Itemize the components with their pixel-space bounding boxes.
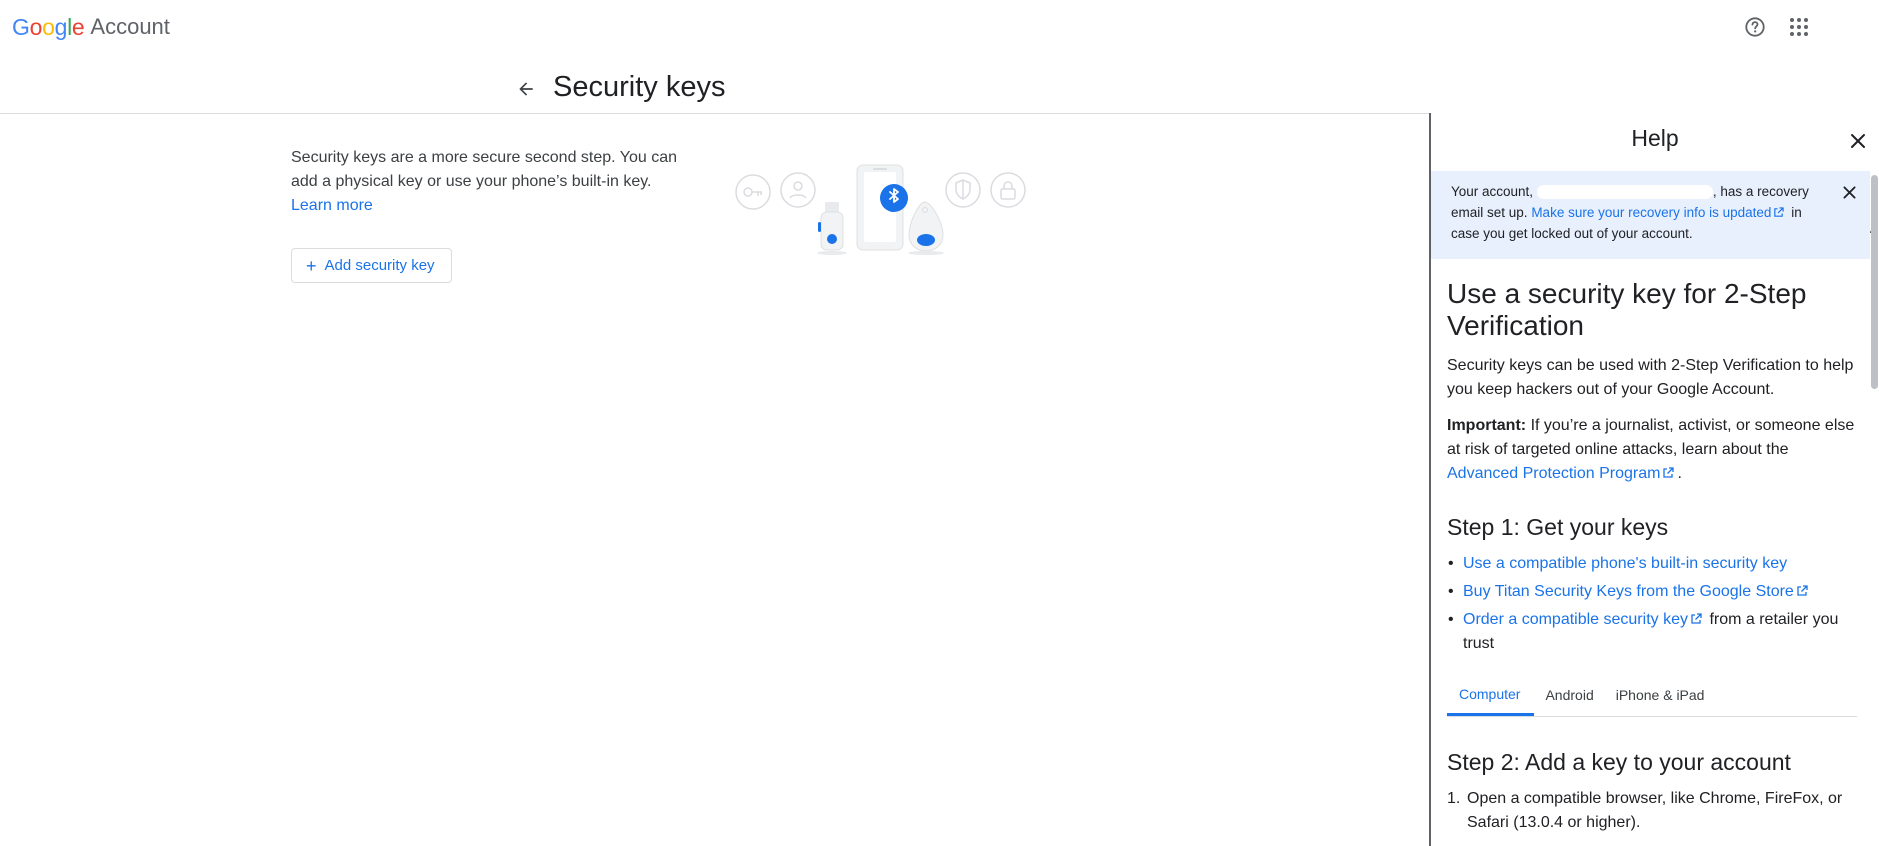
tab-computer[interactable]: Computer [1447,674,1535,716]
tab-iphone-ipad[interactable]: iPhone & iPad [1605,674,1716,716]
account-wordmark: Account [90,14,170,39]
add-security-key-label: Add security key [324,257,435,274]
step-number: 1. [1447,790,1461,807]
device-tabs: Computer Android iPhone & iPad [1447,674,1857,717]
usb-key-icon [817,202,847,255]
shield-icon [945,172,981,208]
redacted-email [1536,185,1713,200]
advanced-protection-link[interactable]: Advanced Protection Program [1447,465,1677,482]
list-item: Buy Titan Security Keys from the Google … [1447,580,1857,604]
person-icon [780,172,816,208]
back-button[interactable] [509,72,543,106]
help-article: Use a security key for 2-Step Verificati… [1447,278,1857,835]
google-wordmark: Google [12,13,85,40]
external-link-icon [1691,613,1702,624]
external-link-icon [1663,467,1675,478]
close-help-button[interactable] [1845,128,1871,154]
order-key-link[interactable]: Order a compatible security key [1463,611,1705,628]
google-account-logo[interactable]: Google Account [12,12,170,42]
important-label: Important: [1447,417,1527,434]
recovery-email-banner: Your account, , has a recovery email set… [1431,171,1870,259]
tab-android[interactable]: Android [1534,674,1604,716]
important-end: . [1677,465,1682,482]
article-intro: Security keys can be used with 2-Step Ve… [1447,357,1854,398]
apps-grid-icon[interactable] [1784,12,1814,42]
dismiss-banner-button[interactable] [1838,181,1860,203]
important-note: Important: If you’re a journalist, activ… [1447,414,1857,486]
help-panel: Help Your account, , has a recovery emai… [1429,113,1879,846]
arrow-back-icon [519,82,533,96]
plus-icon: + [306,255,317,276]
help-icon[interactable] [1740,12,1770,42]
list-item: 1. Open a compatible browser, like Chrom… [1447,787,1857,835]
security-keys-illustration [735,164,1026,255]
builtin-key-link[interactable]: Use a compatible phone's built-in securi… [1463,555,1787,572]
help-title: Help [1631,125,1679,151]
external-link-icon [1774,207,1785,217]
learn-more-link[interactable]: Learn more [291,194,373,218]
list-item: Order a compatible security key from a r… [1447,608,1857,656]
step1-heading: Step 1: Get your keys [1447,514,1669,540]
page-header: Security keys [0,52,1429,114]
titan-keys-link[interactable]: Buy Titan Security Keys from the Google … [1463,583,1811,600]
help-scrollbar-thumb[interactable] [1871,175,1878,389]
step2-list: 1. Open a compatible browser, like Chrom… [1447,787,1857,835]
step2-heading: Step 2: Add a key to your account [1447,749,1791,775]
step1-list: Use a compatible phone's built-in securi… [1447,552,1857,656]
help-panel-header: Help [1431,113,1879,170]
recovery-info-link[interactable]: Make sure your recovery info is updated [1531,205,1787,220]
top-bar: Google Account [0,0,1879,52]
key-icon [735,174,771,210]
page-title: Security keys [553,71,726,103]
step-text: Open a compatible browser, like Chrome, … [1467,790,1843,831]
add-security-key-button[interactable]: + Add security key [291,248,452,283]
description-text: Security keys are a more secure second s… [291,149,677,190]
close-icon [1851,134,1865,148]
bluetooth-fob-icon [908,201,944,255]
lock-icon [990,172,1026,208]
banner-prefix: Your account, [1451,184,1534,199]
security-keys-description: Security keys are a more secure second s… [291,146,691,218]
external-link-icon [1797,585,1808,596]
list-item: Use a compatible phone's built-in securi… [1447,552,1857,576]
article-heading: Use a security key for 2-Step Verificati… [1447,278,1807,341]
close-icon [1842,185,1856,199]
